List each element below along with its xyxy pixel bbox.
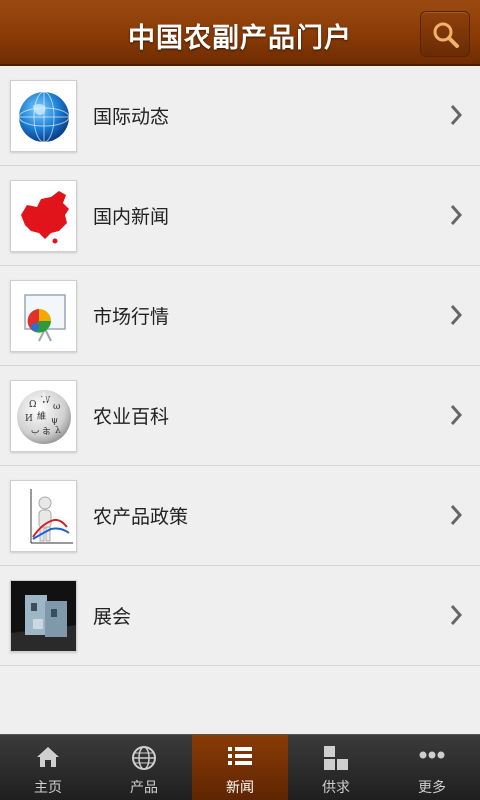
news-category-list: 国际动态 国内新闻 市场行情 Ω ω И 維 ψ ب के λ 农业百科 农产品… [0,66,480,666]
svg-text:ψ: ψ [51,416,58,426]
list-item-label: 展会 [93,606,132,628]
list-icon [228,747,252,765]
chevron-right-icon [450,605,462,625]
list-item-label: 市场行情 [93,306,170,328]
tab-more[interactable]: 更多 [384,735,480,800]
svg-text:Ω: Ω [29,400,36,410]
tab-label: 供求 [322,780,350,796]
list-item-market[interactable]: 市场行情 [0,266,480,366]
globe-icon [10,80,77,152]
list-item-label: 农业百科 [93,406,170,428]
grid-icon [324,746,348,770]
app-header: 中国农副产品门户 [0,0,480,66]
app-title-text: 中国农副产品门户 [128,23,352,54]
list-item-domestic[interactable]: 国内新闻 [0,166,480,266]
list-item-encyclopedia[interactable]: ΩWω И維ψ بकेλ 农业百科 [0,366,480,466]
bottom-tab-bar: 主页 产品 新闻 供求 更多 [0,734,480,800]
svg-text:ω: ω [53,402,60,412]
tab-products[interactable]: 产品 [96,735,192,800]
exhibition-photo-icon [10,580,77,652]
list-item-label: 农产品政策 [93,506,189,528]
home-icon [37,747,59,767]
list-item-exhibition[interactable]: 展会 [0,566,480,666]
tab-label: 新闻 [226,780,254,796]
chevron-right-icon [450,505,462,525]
list-item-policy[interactable]: 农产品政策 [0,466,480,566]
tab-supply-demand[interactable]: 供求 [288,735,384,800]
svg-text:維: 維 [37,410,46,422]
more-dots-icon [419,751,445,759]
svg-text:ب: ب [31,426,39,436]
tab-label: 产品 [130,780,158,796]
list-item-label: 国际动态 [93,106,170,128]
globe-outline-icon [132,746,156,770]
tab-news[interactable]: 新闻 [192,735,288,800]
svg-text:λ: λ [55,426,61,436]
pie-chart-board-icon [10,280,77,352]
list-item-label: 国内新闻 [93,206,170,228]
svg-text:के: के [43,426,51,438]
person-chart-icon [10,480,77,552]
search-button[interactable] [420,11,470,57]
wikipedia-globe-icon: ΩWω И維ψ بकेλ [10,380,77,452]
app-title: 中国农副产品门户 [0,16,480,55]
chevron-right-icon [450,405,462,425]
chevron-right-icon [450,205,462,225]
chevron-right-icon [450,305,462,325]
chevron-right-icon [450,105,462,125]
tab-home[interactable]: 主页 [0,735,96,800]
china-map-icon [10,180,77,252]
search-icon [433,22,459,48]
tab-label: 更多 [418,780,446,796]
list-item-international[interactable]: 国际动态 [0,66,480,166]
tab-label: 主页 [34,780,62,796]
svg-text:И: И [25,414,33,424]
